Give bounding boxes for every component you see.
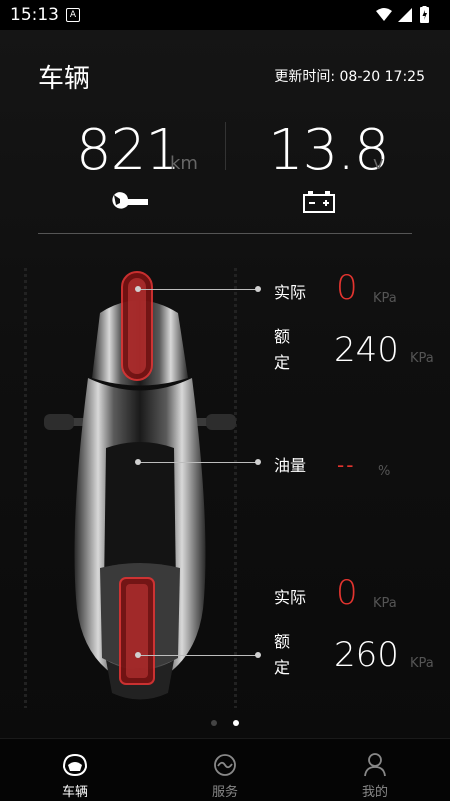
rear-actual-label: 实际 <box>274 588 307 607</box>
tab-profile[interactable]: 我的 <box>300 739 450 801</box>
update-time: 更新时间: 08-20 17:25 <box>274 69 425 85</box>
front-actual-unit: KPa <box>373 291 397 306</box>
page-indicator-dot-2[interactable] <box>233 720 239 726</box>
service-icon <box>214 754 236 776</box>
callout-dot <box>135 652 141 658</box>
tab-service-label: 服务 <box>211 785 238 800</box>
rear-rated-label-2: 定 <box>274 658 291 677</box>
mileage-unit: km <box>170 153 198 174</box>
background-pattern <box>24 268 27 708</box>
front-actual-value: 0 <box>336 268 358 308</box>
fuel-label: 油量 <box>274 456 307 475</box>
rear-tire-callout <box>138 655 258 656</box>
bottom-tab-bar: 车辆 服务 我的 <box>0 738 450 801</box>
tab-service[interactable]: 服务 <box>150 739 300 801</box>
tab-profile-label: 我的 <box>361 785 388 800</box>
status-icons <box>376 6 429 23</box>
front-actual-label: 实际 <box>274 283 307 302</box>
status-bar: 15:13 A <box>0 0 450 30</box>
voltage-value: 13.8 <box>268 118 390 183</box>
wrench-icon <box>112 192 148 209</box>
callout-dot <box>135 286 141 292</box>
page-indicator-dot-1[interactable] <box>211 720 217 726</box>
callout-dot <box>255 652 261 658</box>
battery-icon <box>303 191 335 213</box>
page-title: 车辆 <box>38 64 91 94</box>
status-time: 15:13 <box>10 5 59 25</box>
front-rated-unit: KPa <box>410 351 434 366</box>
rear-rated-value: 260 <box>334 635 399 675</box>
wifi-icon <box>376 8 392 21</box>
fuel-unit: % <box>378 464 391 479</box>
rear-rated-label-1: 额 <box>274 632 291 651</box>
mileage-value: 821 <box>76 118 181 183</box>
tab-vehicle-label: 车辆 <box>61 785 88 800</box>
fuel-callout <box>138 462 258 463</box>
callout-dot <box>135 459 141 465</box>
section-divider <box>38 233 412 234</box>
front-rated-value: 240 <box>334 330 399 370</box>
notification-a-icon: A <box>66 8 80 22</box>
signal-icon <box>398 8 412 22</box>
fuel-value: -- <box>337 453 356 477</box>
rear-actual-value: 0 <box>336 573 358 613</box>
rear-rated-unit: KPa <box>410 656 434 671</box>
front-rated-label-1: 额 <box>274 327 291 346</box>
callout-dot <box>255 459 261 465</box>
voltage-unit: v <box>373 153 384 174</box>
front-rated-label: 额 定 <box>274 324 294 376</box>
rear-rated-label: 额 定 <box>274 629 294 681</box>
front-tire-callout <box>138 289 258 290</box>
front-rated-label-2: 定 <box>274 353 291 372</box>
profile-icon <box>364 753 386 777</box>
stats-divider <box>225 122 226 170</box>
motorcycle-top-view <box>44 271 236 700</box>
vehicle-icon <box>62 753 88 777</box>
callout-dot <box>255 286 261 292</box>
rear-actual-unit: KPa <box>373 596 397 611</box>
tab-vehicle[interactable]: 车辆 <box>0 739 150 801</box>
